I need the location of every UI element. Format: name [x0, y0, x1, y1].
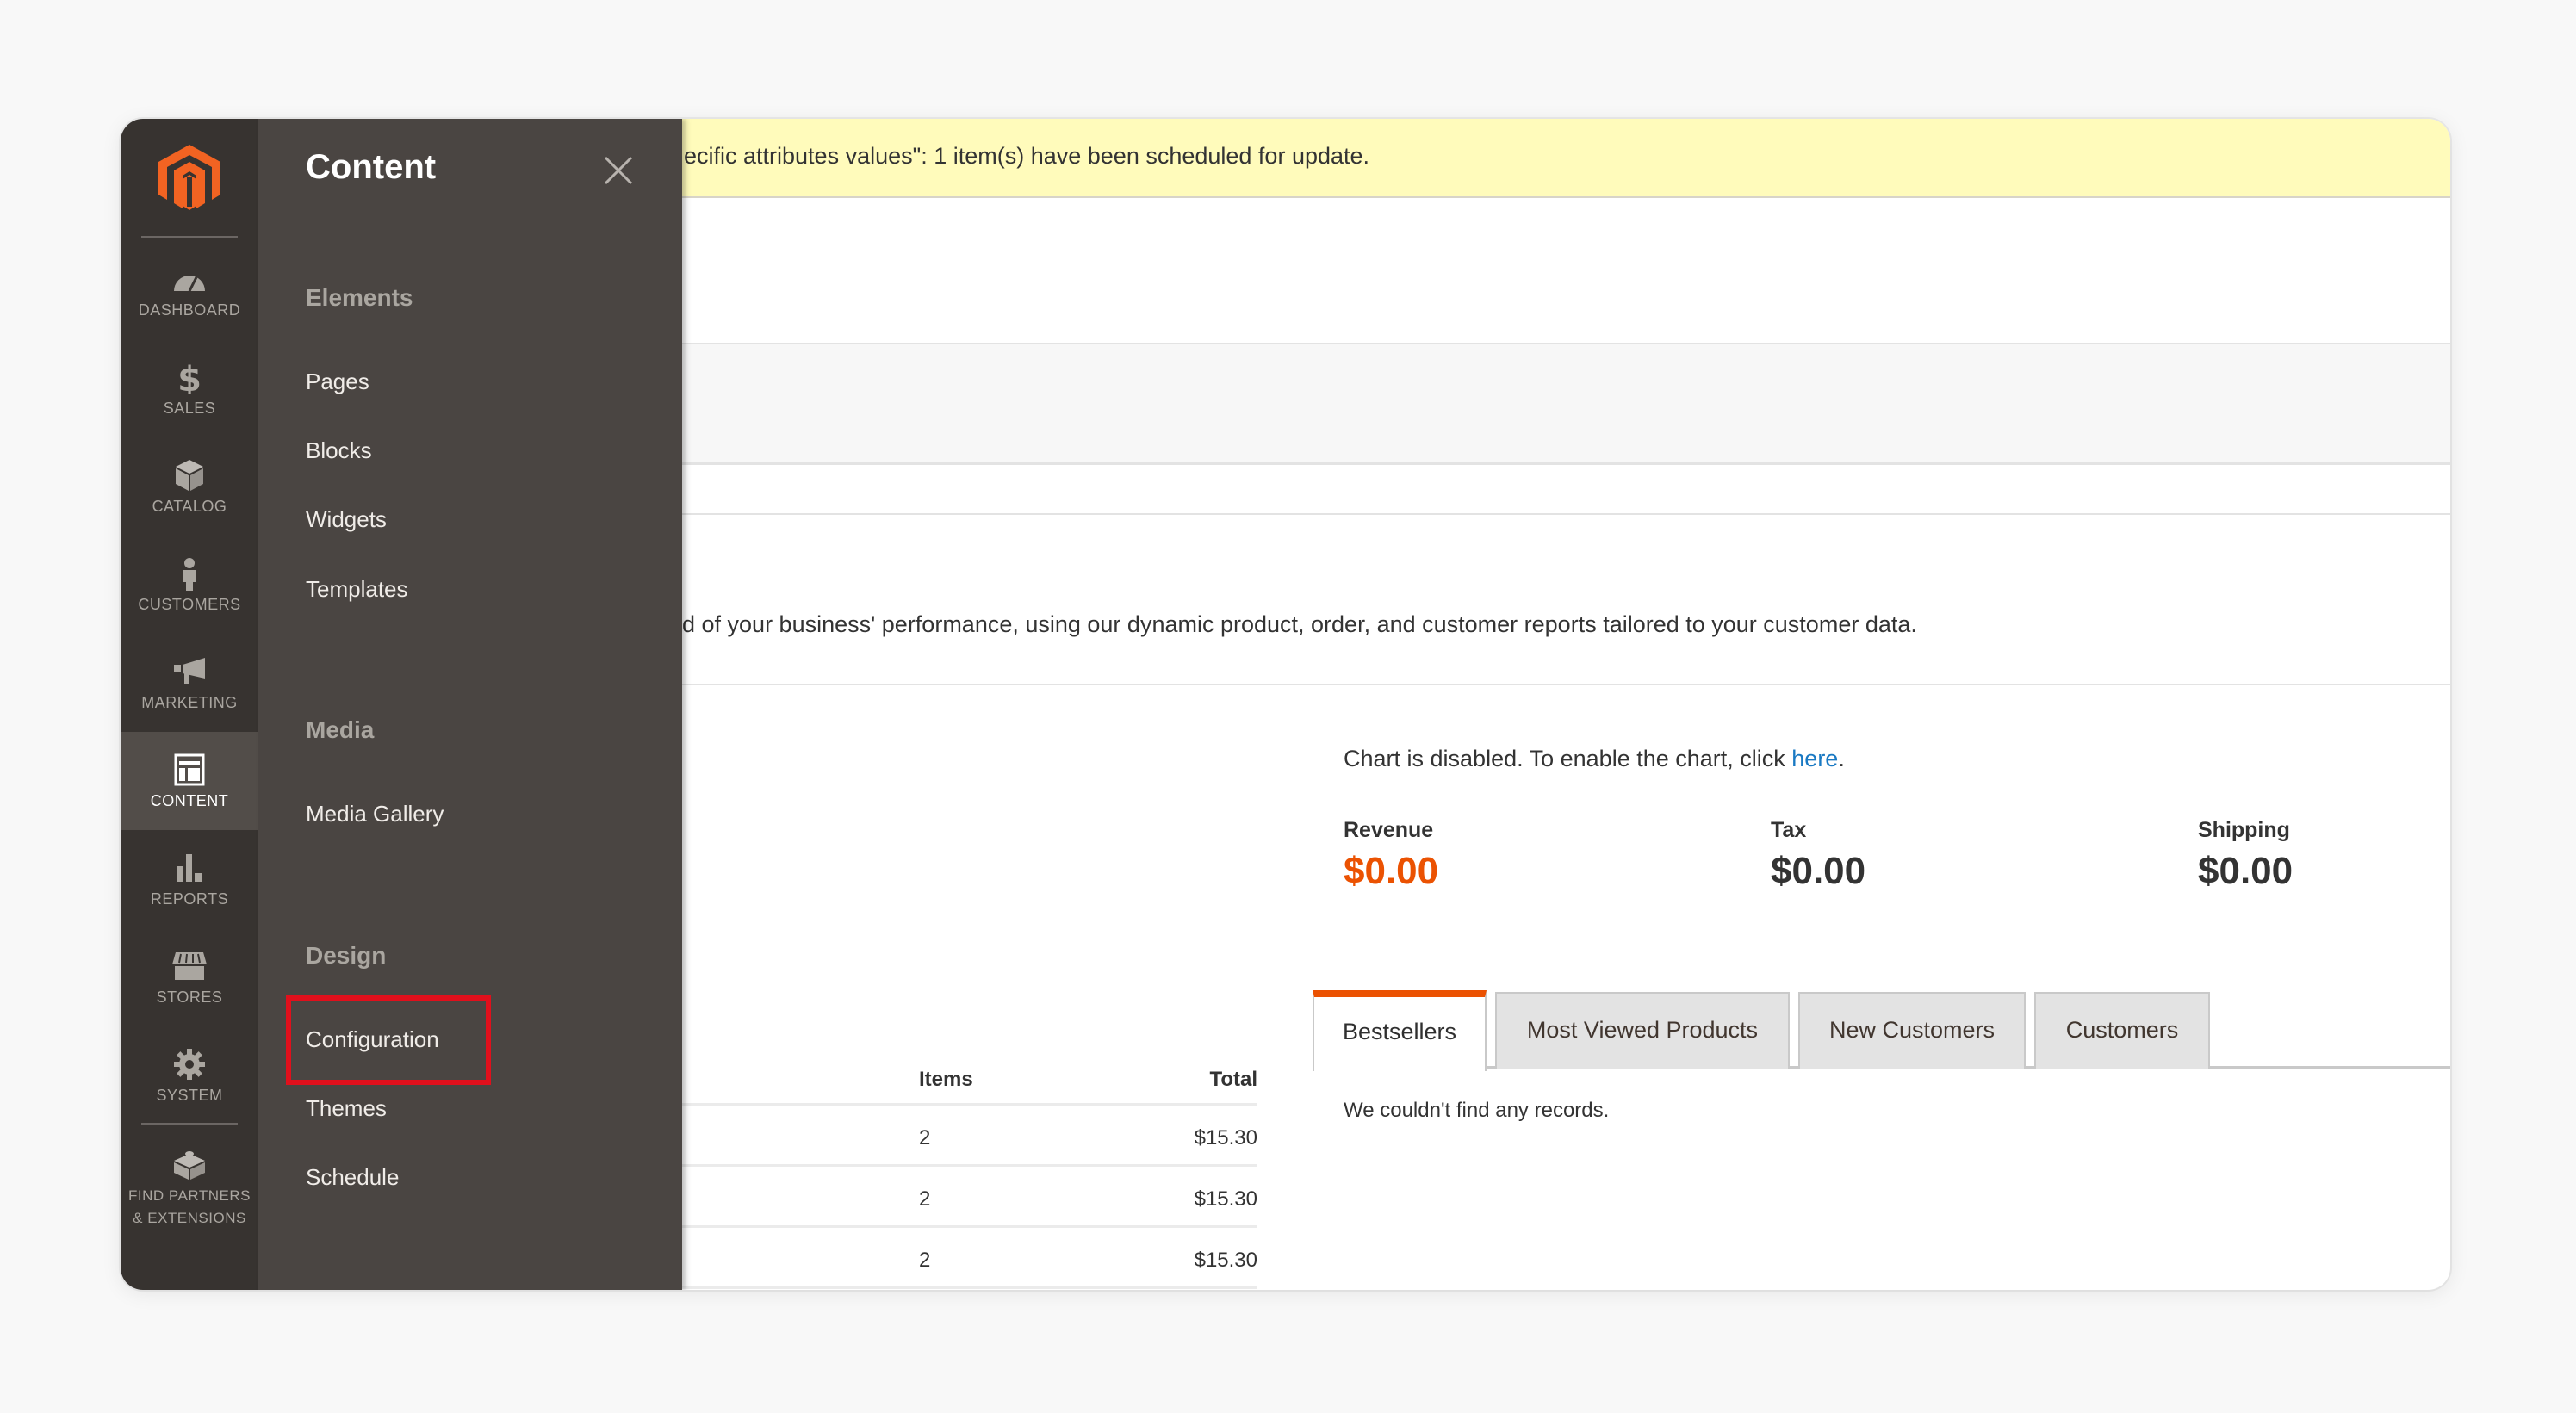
- column-header-total: Total: [1209, 1068, 1257, 1091]
- close-icon[interactable]: [603, 155, 634, 186]
- flyout-link-templates[interactable]: Templates: [306, 576, 408, 603]
- storefront-icon: [172, 952, 207, 980]
- tab-new-customers[interactable]: New Customers: [1798, 992, 2026, 1069]
- advanced-reporting-section: d of your business' performance, using o…: [682, 515, 2450, 685]
- rail-item-reports[interactable]: Reports: [121, 830, 258, 928]
- system-notice-bar: ecific attributes values": 1 item(s) hav…: [682, 119, 2450, 198]
- flyout-link-pages[interactable]: Pages: [306, 369, 369, 395]
- extension-box-icon: [174, 1151, 205, 1180]
- spacer-section: [682, 468, 2450, 515]
- rail-divider: [141, 236, 238, 238]
- rail-item-customers[interactable]: Customers: [121, 536, 258, 634]
- last-orders-table: Items Total 2 $15.30 2 $15.30 2 $15.30: [682, 1050, 1257, 1289]
- flyout-group-elements: Elements: [306, 284, 413, 311]
- empty-records-message: We couldn't find any records.: [1344, 1099, 1610, 1122]
- table-row[interactable]: 2 $15.30: [682, 1167, 1257, 1228]
- flyout-link-media-gallery[interactable]: Media Gallery: [306, 801, 444, 827]
- dashboard-icon: [174, 276, 205, 292]
- gear-icon: [174, 1049, 205, 1080]
- metric-revenue: Revenue $0.00: [1344, 818, 1439, 892]
- dashboard-main: ecific attributes values": 1 item(s) hav…: [682, 119, 2450, 1290]
- layout-icon: [174, 753, 205, 786]
- page-actions-section: [682, 344, 2450, 465]
- flyout-title: Content: [306, 148, 437, 186]
- rail-item-label-line2: & Extensions: [133, 1210, 246, 1226]
- table-header: Items Total: [682, 1050, 1257, 1106]
- rail-item-sales[interactable]: $ Sales: [121, 339, 258, 437]
- bar-chart-icon: [177, 854, 202, 882]
- svg-text:$: $: [177, 360, 202, 394]
- flyout-link-themes[interactable]: Themes: [306, 1095, 387, 1122]
- column-header-items: Items: [919, 1068, 973, 1091]
- tab-bestsellers[interactable]: Bestsellers: [1313, 990, 1487, 1071]
- table-row[interactable]: 2 $15.30: [682, 1228, 1257, 1289]
- rail-item-marketing[interactable]: Marketing: [121, 634, 258, 732]
- metric-tax: Tax $0.00: [1771, 818, 1866, 892]
- content-flyout-menu: Content Elements Pages Blocks Widgets Te…: [258, 119, 682, 1290]
- flyout-group-design: Design: [306, 942, 387, 969]
- tab-most-viewed-products[interactable]: Most Viewed Products: [1495, 992, 1790, 1069]
- box-icon: [176, 460, 203, 491]
- enable-chart-link[interactable]: here: [1791, 746, 1838, 772]
- dashboard-tabs: Bestsellers Most Viewed Products New Cus…: [1313, 990, 2450, 1071]
- chart-disabled-message: Chart is disabled. To enable the chart, …: [1344, 746, 1845, 772]
- dollar-icon: $: [177, 360, 202, 394]
- rail-item-dashboard[interactable]: Dashboard: [121, 241, 258, 339]
- rail-item-content[interactable]: Content: [121, 732, 258, 830]
- rail-item-stores[interactable]: Stores: [121, 928, 258, 1026]
- flyout-link-widgets[interactable]: Widgets: [306, 506, 387, 533]
- flyout-link-configuration[interactable]: Configuration: [306, 1026, 439, 1053]
- admin-window: Dashboard $ Sales Catalog Customers Mark…: [121, 119, 2450, 1290]
- flyout-link-schedule[interactable]: Schedule: [306, 1164, 399, 1191]
- rail-item-label: Find Partners: [128, 1187, 251, 1204]
- page-header-section: [682, 198, 2450, 344]
- advanced-reporting-text: d of your business' performance, using o…: [682, 611, 1917, 637]
- rail-item-find-partners[interactable]: Find Partners & Extensions: [121, 1126, 258, 1247]
- rail-item-catalog[interactable]: Catalog: [121, 437, 258, 536]
- flyout-link-blocks[interactable]: Blocks: [306, 437, 372, 464]
- flyout-group-media: Media: [306, 716, 375, 743]
- rail-divider: [141, 1123, 238, 1125]
- admin-menu-rail: Dashboard $ Sales Catalog Customers Mark…: [121, 119, 258, 1290]
- megaphone-icon: [174, 658, 205, 684]
- person-icon: [183, 558, 196, 591]
- tab-customers[interactable]: Customers: [2034, 992, 2210, 1069]
- metric-shipping: Shipping $0.00: [2198, 818, 2294, 892]
- rail-item-system[interactable]: System: [121, 1026, 258, 1125]
- table-row[interactable]: 2 $15.30: [682, 1106, 1257, 1167]
- notice-text: ecific attributes values": 1 item(s) hav…: [684, 143, 1370, 169]
- magento-logo-icon[interactable]: [158, 145, 220, 210]
